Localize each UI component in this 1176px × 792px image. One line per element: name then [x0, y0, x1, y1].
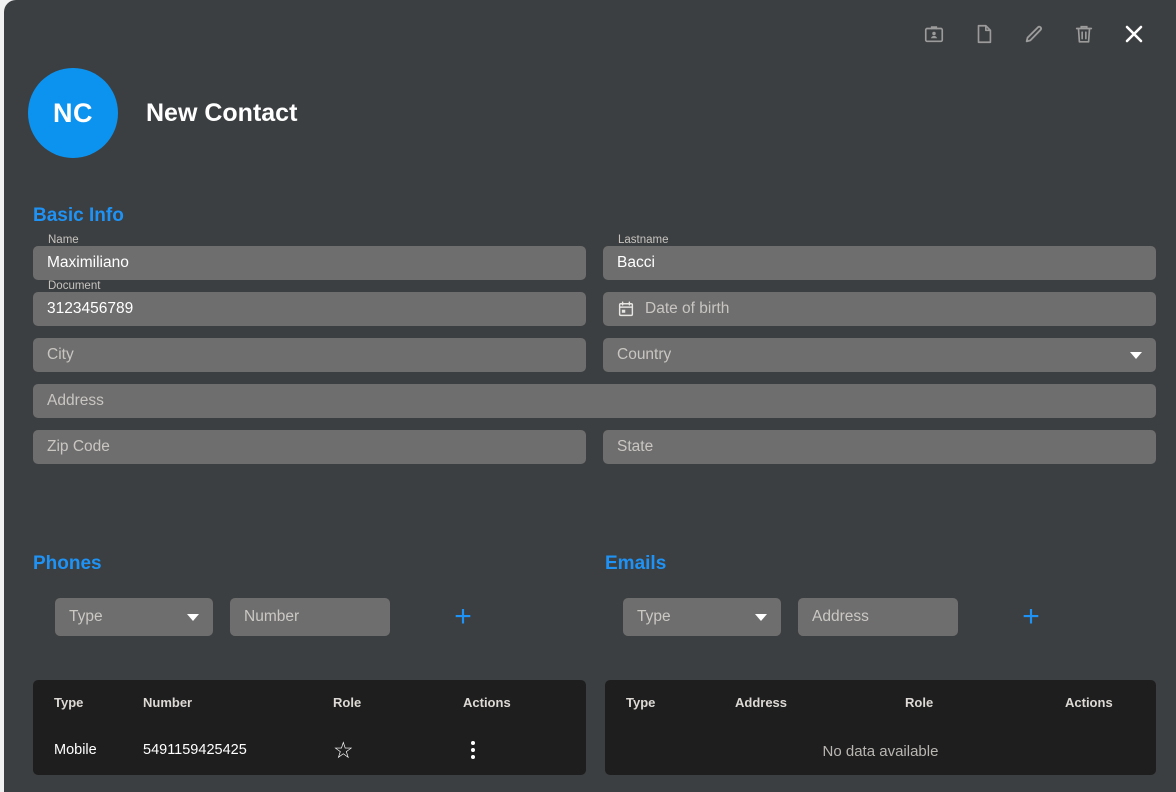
- date-of-birth-field[interactable]: Date of birth: [603, 292, 1156, 326]
- email-type-select[interactable]: Type: [623, 598, 781, 636]
- new-contact-dialog: NC New Contact Basic Info Name Maximilia…: [4, 0, 1176, 792]
- form-row-city-country: City Country: [33, 338, 1156, 372]
- email-address-input[interactable]: Address: [798, 598, 958, 636]
- document-button[interactable]: [962, 12, 1006, 56]
- section-title-basic-info: Basic Info: [33, 205, 124, 226]
- address-field[interactable]: Address: [33, 384, 1156, 418]
- city-placeholder: City: [47, 346, 74, 363]
- page-title: New Contact: [146, 98, 298, 127]
- name-field[interactable]: Name Maximiliano: [33, 234, 586, 280]
- phones-col-actions: Actions: [463, 695, 511, 710]
- email-add-row: Type Address +: [623, 598, 1048, 636]
- more-vertical-icon[interactable]: [463, 741, 483, 759]
- avatar-initials: NC: [53, 97, 93, 128]
- phone-row-role: ☆: [333, 738, 463, 762]
- chevron-down-icon: [755, 614, 767, 621]
- city-field[interactable]: City: [33, 338, 586, 372]
- document-field[interactable]: Document 3123456789: [33, 280, 586, 326]
- zip-code-placeholder: Zip Code: [47, 438, 110, 455]
- avatar: NC: [28, 68, 118, 158]
- edit-button[interactable]: [1012, 12, 1056, 56]
- form-row-zip-state: Zip Code State: [33, 430, 1156, 464]
- star-outline-icon[interactable]: ☆: [333, 738, 354, 762]
- section-title-emails: Emails: [605, 553, 667, 574]
- phone-type-placeholder: Type: [69, 608, 103, 625]
- emails-col-role: Role: [905, 695, 934, 710]
- name-label: Name: [45, 234, 82, 246]
- calendar-icon: [617, 300, 635, 318]
- delete-button[interactable]: [1062, 12, 1106, 56]
- email-address-placeholder: Address: [812, 608, 869, 625]
- document-value: 3123456789: [47, 300, 134, 317]
- lastname-value: Bacci: [617, 254, 655, 271]
- phones-col-role: Role: [333, 695, 362, 710]
- close-icon: [1122, 22, 1146, 46]
- form-row-name: Name Maximiliano Lastname Bacci: [33, 234, 1156, 280]
- phones-table: Type Number Role Actions Mobile 54911594…: [33, 680, 586, 775]
- form-row-address: Address: [33, 384, 1156, 418]
- chevron-down-icon: [1130, 352, 1142, 359]
- section-title-phones: Phones: [33, 553, 102, 574]
- contact-header: NC New Contact: [28, 68, 297, 158]
- add-email-button[interactable]: +: [1014, 600, 1048, 634]
- lastname-field[interactable]: Lastname Bacci: [603, 234, 1156, 280]
- phone-number-placeholder: Number: [244, 608, 300, 625]
- emails-table-header: Type Address Role Actions: [605, 680, 1156, 725]
- basic-info-form: Name Maximiliano Lastname Bacci Document…: [33, 234, 1156, 476]
- close-button[interactable]: [1112, 12, 1156, 56]
- phone-row-actions: [463, 741, 563, 759]
- emails-col-actions: Actions: [1065, 695, 1113, 710]
- address-placeholder: Address: [47, 392, 104, 409]
- phone-type-select[interactable]: Type: [55, 598, 213, 636]
- chevron-down-icon: [187, 614, 199, 621]
- dialog-toolbar: [912, 12, 1156, 56]
- phone-row-type: Mobile: [54, 742, 97, 758]
- state-field[interactable]: State: [603, 430, 1156, 464]
- emails-empty-message: No data available: [822, 743, 939, 760]
- emails-col-type: Type: [626, 695, 656, 710]
- table-row[interactable]: Mobile 5491159425425 ☆: [33, 725, 586, 775]
- date-of-birth-placeholder: Date of birth: [645, 300, 730, 317]
- phones-col-type: Type: [54, 695, 84, 710]
- phone-number-input[interactable]: Number: [230, 598, 390, 636]
- phone-add-row: Type Number +: [55, 598, 480, 636]
- emails-col-address: Address: [735, 695, 788, 710]
- state-placeholder: State: [617, 438, 654, 455]
- phone-row-number: 5491159425425: [143, 742, 247, 758]
- contact-card-button[interactable]: [912, 12, 956, 56]
- add-phone-button[interactable]: +: [446, 600, 480, 634]
- edit-pencil-icon: [1023, 23, 1045, 45]
- zip-code-field[interactable]: Zip Code: [33, 430, 586, 464]
- phones-table-header: Type Number Role Actions: [33, 680, 586, 725]
- form-row-document: Document 3123456789 Date of birth: [33, 280, 1156, 326]
- document-label: Document: [45, 280, 104, 292]
- phones-col-number: Number: [143, 695, 193, 710]
- document-icon: [973, 23, 995, 45]
- emails-table: Type Address Role Actions No data availa…: [605, 680, 1156, 775]
- name-value: Maximiliano: [47, 254, 129, 271]
- lastname-label: Lastname: [615, 234, 672, 246]
- country-select[interactable]: Country: [603, 338, 1156, 372]
- email-type-placeholder: Type: [637, 608, 671, 625]
- contact-card-icon: [923, 23, 945, 45]
- country-placeholder: Country: [617, 346, 672, 363]
- delete-trash-icon: [1073, 23, 1095, 45]
